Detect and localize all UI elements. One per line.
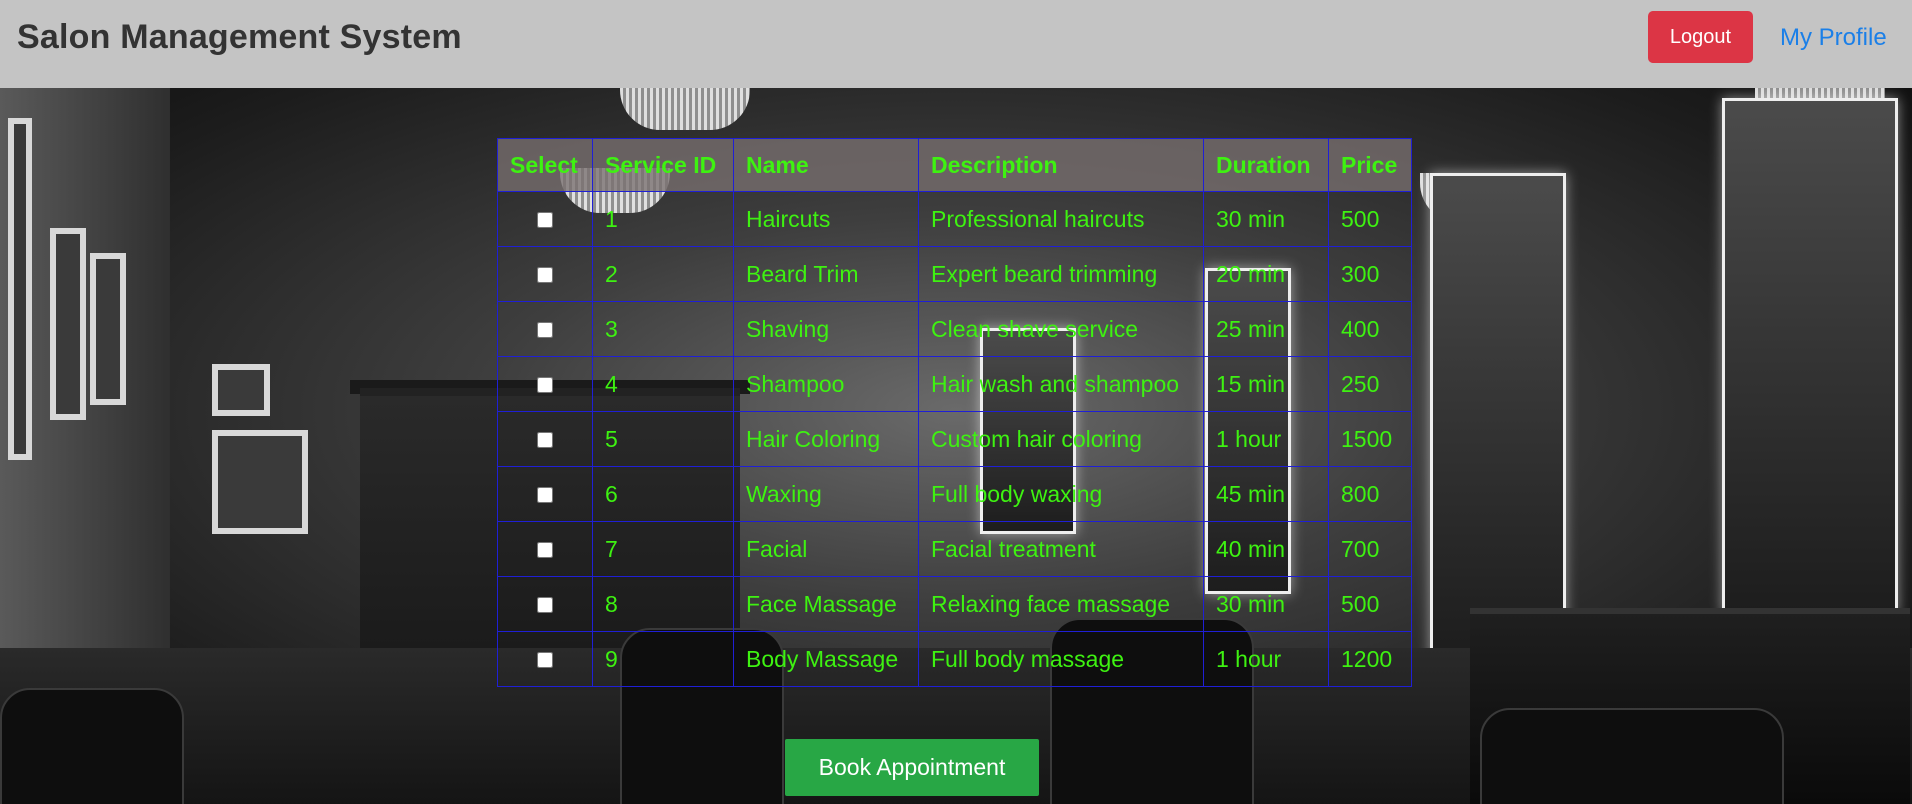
table-row: 2 Beard Trim Expert beard trimming 20 mi… (497, 246, 1412, 302)
service-description-cell: Relaxing face massage (918, 576, 1204, 632)
column-header-description: Description (918, 138, 1204, 192)
service-duration-cell: 30 min (1203, 576, 1329, 632)
service-description-cell: Expert beard trimming (918, 246, 1204, 302)
table-row: 1 Haircuts Professional haircuts 30 min … (497, 191, 1412, 247)
service-duration-cell: 30 min (1203, 191, 1329, 247)
service-duration-cell: 20 min (1203, 246, 1329, 302)
service-id-cell: 7 (592, 521, 734, 577)
service-description-cell: Facial treatment (918, 521, 1204, 577)
service-description-cell: Clean shave service (918, 301, 1204, 357)
service-select-checkbox[interactable] (537, 487, 553, 504)
service-select-checkbox[interactable] (537, 542, 553, 559)
service-id-cell: 9 (592, 631, 734, 687)
my-profile-link[interactable]: My Profile (1780, 24, 1887, 52)
table-row: 4 Shampoo Hair wash and shampoo 15 min 2… (497, 356, 1412, 412)
service-duration-cell: 45 min (1203, 466, 1329, 522)
service-description-cell: Hair wash and shampoo (918, 356, 1204, 412)
service-select-checkbox[interactable] (537, 597, 553, 614)
service-duration-cell: 1 hour (1203, 411, 1329, 467)
service-price-cell: 250 (1328, 356, 1412, 412)
service-name-cell: Shampoo (733, 356, 919, 412)
service-description-cell: Full body waxing (918, 466, 1204, 522)
service-name-cell: Facial (733, 521, 919, 577)
service-price-cell: 1200 (1328, 631, 1412, 687)
column-header-service-id: Service ID (592, 138, 734, 192)
service-price-cell: 300 (1328, 246, 1412, 302)
service-name-cell: Hair Coloring (733, 411, 919, 467)
service-name-cell: Shaving (733, 301, 919, 357)
service-duration-cell: 15 min (1203, 356, 1329, 412)
service-price-cell: 500 (1328, 191, 1412, 247)
service-description-cell: Custom hair coloring (918, 411, 1204, 467)
service-id-cell: 2 (592, 246, 734, 302)
table-row: 6 Waxing Full body waxing 45 min 800 (497, 466, 1412, 522)
service-id-cell: 1 (592, 191, 734, 247)
services-table: Select Service ID Name Description Durat… (497, 138, 1412, 687)
table-row: 8 Face Massage Relaxing face massage 30 … (497, 576, 1412, 632)
table-row: 9 Body Massage Full body massage 1 hour … (497, 631, 1412, 687)
service-select-checkbox[interactable] (537, 267, 553, 284)
column-header-duration: Duration (1203, 138, 1329, 192)
service-price-cell: 1500 (1328, 411, 1412, 467)
service-id-cell: 3 (592, 301, 734, 357)
service-name-cell: Waxing (733, 466, 919, 522)
service-select-checkbox[interactable] (537, 377, 553, 394)
service-name-cell: Face Massage (733, 576, 919, 632)
table-row: 5 Hair Coloring Custom hair coloring 1 h… (497, 411, 1412, 467)
service-select-checkbox[interactable] (537, 652, 553, 669)
service-price-cell: 800 (1328, 466, 1412, 522)
service-price-cell: 500 (1328, 576, 1412, 632)
top-header: Salon Management System Logout My Profil… (0, 0, 1912, 88)
service-description-cell: Full body massage (918, 631, 1204, 687)
service-duration-cell: 1 hour (1203, 631, 1329, 687)
service-id-cell: 8 (592, 576, 734, 632)
table-row: 7 Facial Facial treatment 40 min 700 (497, 521, 1412, 577)
logout-button[interactable]: Logout (1648, 11, 1753, 63)
service-select-checkbox[interactable] (537, 432, 553, 449)
app-title: Salon Management System (17, 18, 462, 56)
service-name-cell: Haircuts (733, 191, 919, 247)
column-header-name: Name (733, 138, 919, 192)
service-id-cell: 4 (592, 356, 734, 412)
service-select-checkbox[interactable] (537, 322, 553, 339)
service-name-cell: Body Massage (733, 631, 919, 687)
service-price-cell: 400 (1328, 301, 1412, 357)
service-description-cell: Professional haircuts (918, 191, 1204, 247)
service-id-cell: 6 (592, 466, 734, 522)
service-duration-cell: 25 min (1203, 301, 1329, 357)
service-duration-cell: 40 min (1203, 521, 1329, 577)
column-header-select: Select (497, 138, 593, 192)
service-id-cell: 5 (592, 411, 734, 467)
book-appointment-button[interactable]: Book Appointment (785, 739, 1039, 796)
service-select-checkbox[interactable] (537, 212, 553, 229)
column-header-price: Price (1328, 138, 1412, 192)
table-row: 3 Shaving Clean shave service 25 min 400 (497, 301, 1412, 357)
service-name-cell: Beard Trim (733, 246, 919, 302)
service-price-cell: 700 (1328, 521, 1412, 577)
table-header-row: Select Service ID Name Description Durat… (497, 138, 1412, 192)
